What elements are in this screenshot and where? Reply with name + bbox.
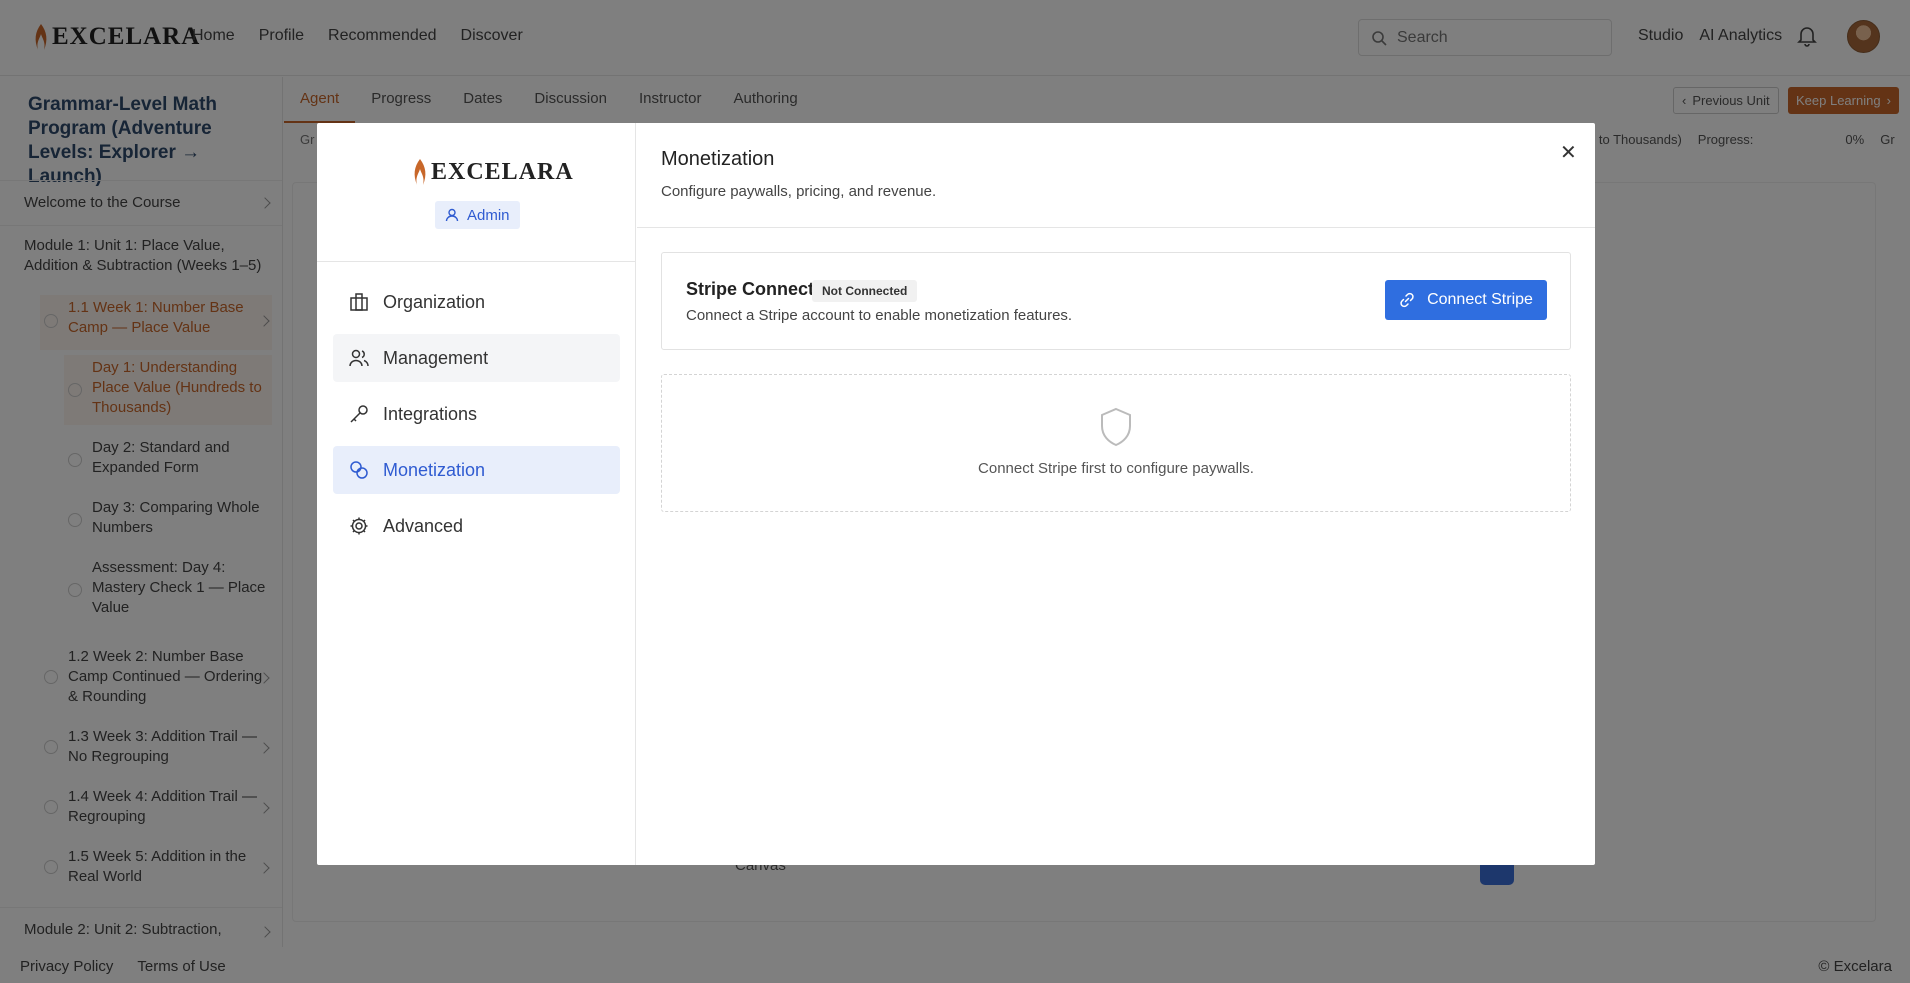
role-badge-label: Admin: [467, 206, 510, 224]
monetization-panel: Monetization Configure paywalls, pricing…: [637, 123, 1595, 865]
settings-sidebar: EXCELARA Admin Organization Management I…: [317, 123, 636, 865]
connect-stripe-button[interactable]: Connect Stripe: [1385, 280, 1547, 320]
flame-icon: [414, 159, 426, 185]
panel-title: Monetization: [661, 148, 775, 170]
empty-state-text: Connect Stripe first to configure paywal…: [978, 460, 1254, 477]
excelara-logo: EXCELARA: [411, 157, 574, 187]
gear-icon: [350, 517, 368, 535]
logo-wordmark: EXCELARA: [431, 158, 574, 185]
building-icon: [350, 293, 368, 311]
stripe-connect-card: Stripe Connect Not Connected Connect a S…: [661, 252, 1571, 350]
coins-icon: [350, 461, 368, 479]
status-badge: Not Connected: [812, 280, 918, 302]
stripe-connect-description: Connect a Stripe account to enable monet…: [686, 307, 1073, 324]
settings-nav-label: Monetization: [383, 459, 486, 480]
settings-nav-integrations[interactable]: Integrations: [333, 390, 620, 438]
user-icon: [445, 208, 459, 222]
close-icon[interactable]: ✕: [1560, 140, 1577, 165]
settings-nav-management[interactable]: Management: [333, 334, 620, 382]
settings-nav-label: Integrations: [383, 403, 478, 424]
link-icon: [1400, 292, 1414, 308]
settings-nav-label: Management: [383, 347, 489, 368]
paywalls-empty-state: Connect Stripe first to configure paywal…: [661, 374, 1571, 512]
settings-nav-organization[interactable]: Organization: [333, 278, 620, 326]
settings-nav-label: Advanced: [383, 515, 464, 536]
settings-modal: EXCELARA Admin Organization Management I…: [317, 123, 1595, 865]
key-icon: [350, 405, 368, 423]
role-badge: Admin: [435, 201, 520, 229]
users-icon: [349, 349, 369, 367]
stripe-connect-title: Stripe Connect: [686, 279, 815, 299]
connect-stripe-label: Connect Stripe: [1427, 291, 1533, 308]
settings-nav-advanced[interactable]: Advanced: [333, 502, 620, 550]
settings-nav-monetization[interactable]: Monetization: [333, 446, 620, 494]
shield-icon: [1101, 407, 1131, 447]
settings-nav-label: Organization: [383, 291, 486, 312]
panel-subtitle: Configure paywalls, pricing, and revenue…: [661, 183, 937, 200]
